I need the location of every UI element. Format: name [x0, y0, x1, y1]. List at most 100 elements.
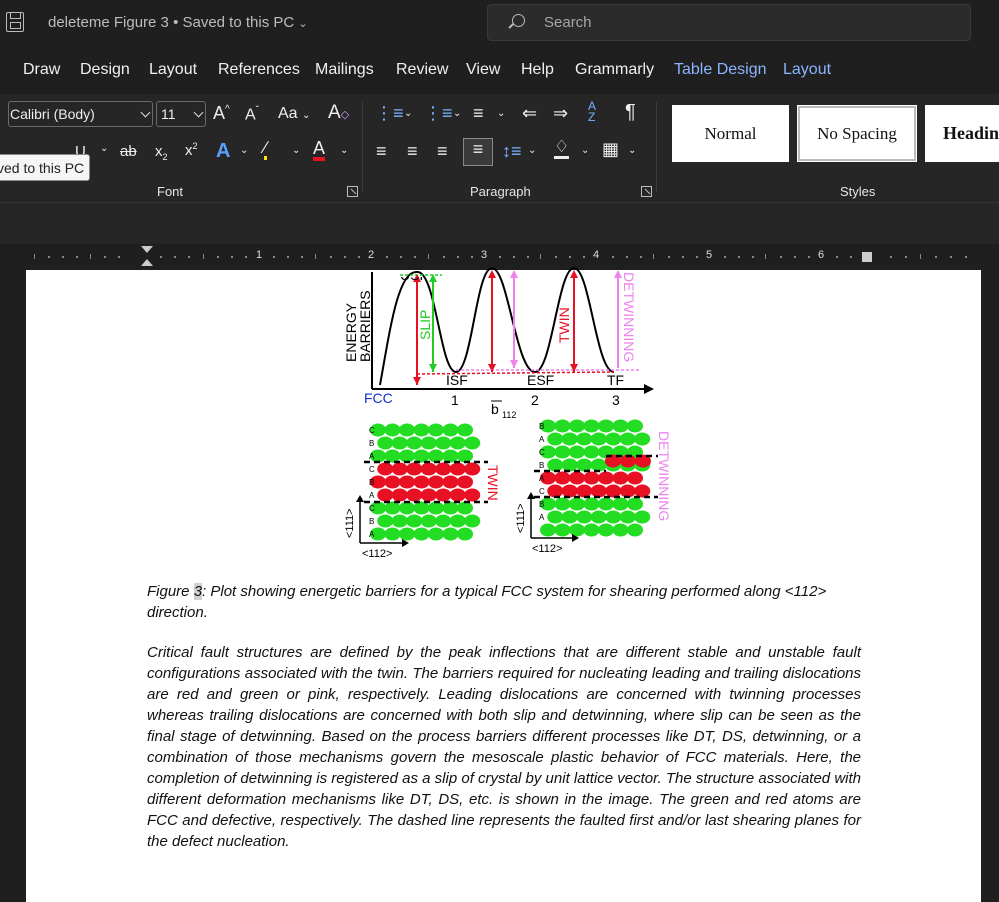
- atom: [457, 501, 473, 515]
- atom: [576, 458, 593, 472]
- atom: [464, 488, 481, 502]
- atom: [561, 458, 578, 472]
- caption-prefix: Figure: [147, 583, 194, 600]
- axis-111-label: <111>: [515, 503, 527, 533]
- stacking-letter: B: [539, 500, 544, 509]
- atom: [413, 501, 430, 515]
- atom: [449, 488, 466, 502]
- body-paragraph[interactable]: Critical fault structures are defined by…: [147, 642, 861, 852]
- atom: [598, 523, 614, 537]
- atom: [420, 436, 437, 450]
- atom: [598, 419, 614, 433]
- atom: [576, 484, 593, 498]
- atom: [399, 501, 415, 515]
- atom: [619, 484, 636, 498]
- twin-side-label: TWIN: [485, 465, 501, 501]
- atom: [391, 462, 408, 476]
- pink-arrowhead: [510, 360, 518, 368]
- atom: [464, 462, 481, 476]
- atom: [384, 527, 401, 541]
- atom: [569, 523, 585, 537]
- atom: [428, 527, 444, 541]
- slip-label: SLIP: [417, 310, 433, 340]
- atom: [435, 462, 452, 476]
- axis-112-label: <112>: [532, 543, 562, 555]
- caption-text: : Plot showing energetic barriers for a …: [147, 583, 827, 621]
- atom: [540, 523, 556, 537]
- atom: [457, 475, 473, 489]
- atom: [377, 462, 394, 476]
- atom: [406, 462, 423, 476]
- atom: [420, 462, 437, 476]
- atom: [590, 510, 607, 524]
- atom: [442, 527, 459, 541]
- atom: [420, 488, 437, 502]
- stacking-letter: A: [539, 513, 545, 522]
- atom: [413, 527, 430, 541]
- atom: [627, 419, 643, 433]
- x-axis-arrowhead: [644, 384, 654, 394]
- atom: [413, 475, 430, 489]
- atom: [583, 471, 600, 485]
- left-atom-stack: CBACBACBA TWIN <111> <112>: [344, 423, 501, 560]
- atom: [384, 423, 401, 437]
- atom: [435, 514, 452, 528]
- atom: [457, 423, 473, 437]
- atom: [442, 475, 459, 489]
- atom: [569, 419, 585, 433]
- y-label-barriers: BARRIERS: [357, 290, 373, 362]
- atom: [406, 514, 423, 528]
- atom: [391, 488, 408, 502]
- caption-number-field[interactable]: 3: [193, 583, 203, 600]
- atom: [634, 432, 651, 446]
- atom: [634, 484, 651, 498]
- tick-3: 3: [612, 392, 620, 408]
- atom: [576, 510, 593, 524]
- atom: [561, 432, 578, 446]
- twin-label: TWIN: [556, 307, 572, 343]
- atom: [435, 436, 452, 450]
- atom: [561, 484, 578, 498]
- atom: [428, 501, 444, 515]
- atom: [590, 484, 607, 498]
- stacking-letter: A: [539, 435, 545, 444]
- atom: [634, 510, 651, 524]
- atom: [583, 445, 600, 459]
- stacking-letter: B: [369, 439, 374, 448]
- atom: [391, 436, 408, 450]
- stacking-letter: A: [369, 452, 375, 461]
- atom: [457, 527, 473, 541]
- stacking-letter: B: [369, 478, 374, 487]
- atom: [612, 497, 629, 511]
- atom: [612, 523, 629, 537]
- atom: [590, 458, 607, 472]
- figure-caption[interactable]: Figure 3: Plot showing energetic barrier…: [147, 581, 863, 623]
- stacking-letter: B: [539, 461, 544, 470]
- x-label-b: b: [491, 401, 499, 417]
- red-arrowhead: [413, 377, 421, 385]
- tick-1: 1: [451, 392, 459, 408]
- atom: [406, 436, 423, 450]
- state-tf: TF: [607, 372, 624, 388]
- atom: [413, 423, 430, 437]
- atom: [413, 449, 430, 463]
- detwinning-label: DETWINNING: [621, 272, 637, 362]
- atom: [384, 501, 401, 515]
- atom: [547, 484, 564, 498]
- atom: [554, 523, 571, 537]
- atom: [583, 419, 600, 433]
- stacking-letter: B: [369, 517, 374, 526]
- atom: [590, 432, 607, 446]
- atom: [547, 458, 564, 472]
- atom: [377, 436, 394, 450]
- energy-curve: [379, 266, 615, 386]
- axis-arrowhead: [356, 495, 364, 502]
- stacking-letter: C: [369, 504, 375, 513]
- pink-arrowhead: [510, 270, 518, 278]
- tick-2: 2: [531, 392, 539, 408]
- atom: [428, 423, 444, 437]
- atom: [449, 436, 466, 450]
- state-esf: ESF: [527, 372, 554, 388]
- atom: [583, 497, 600, 511]
- atom: [598, 497, 614, 511]
